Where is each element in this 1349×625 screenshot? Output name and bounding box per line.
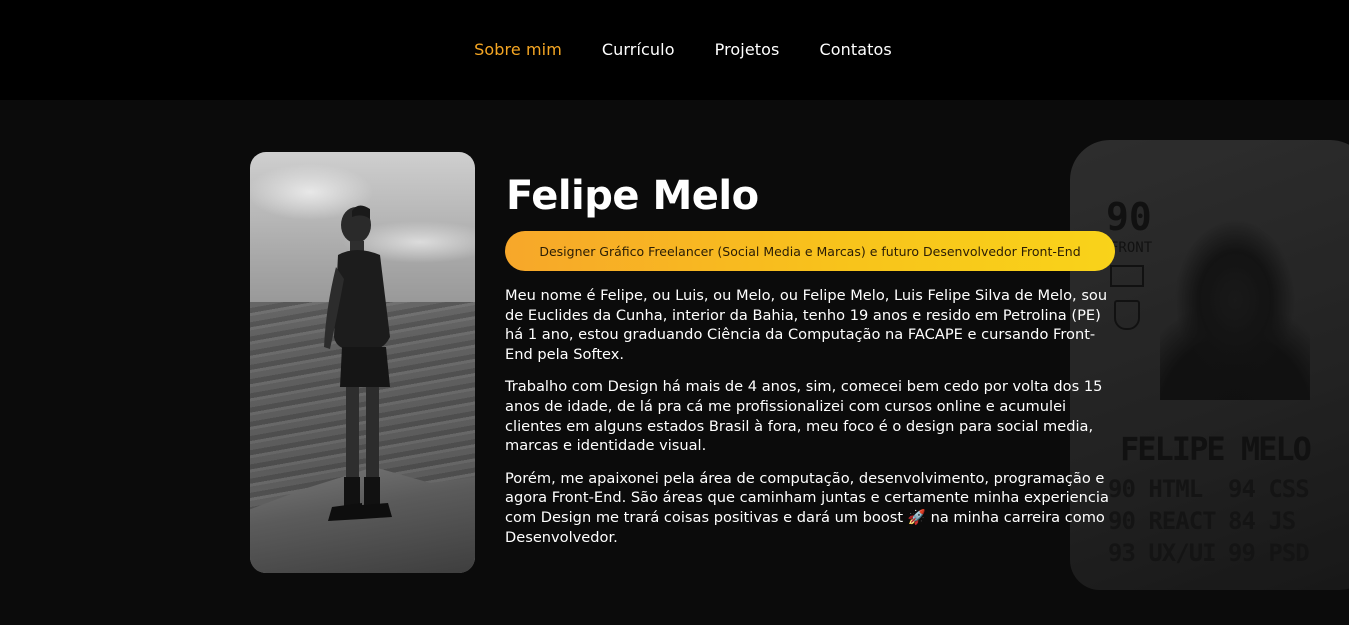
- card-stat: 90 REACT: [1108, 507, 1217, 535]
- card-stats: 90 HTML 94 CSS 90 REACT 84 JS 93 UX/UI 9…: [1108, 475, 1328, 567]
- card-portrait: [1160, 190, 1310, 400]
- flag-icon: [1110, 265, 1144, 287]
- profile-tagline: Designer Gráfico Freelancer (Social Medi…: [505, 231, 1115, 271]
- nav-link-contatos[interactable]: Contatos: [819, 38, 891, 62]
- card-position: FRONT: [1110, 240, 1153, 256]
- card-stat: 99 PSD: [1228, 539, 1310, 567]
- nav-link-projetos[interactable]: Projetos: [715, 38, 780, 62]
- person-silhouette: [324, 205, 392, 521]
- bio-paragraph: Porém, me apaixonei pela área de computa…: [505, 469, 1109, 546]
- profile-name: Felipe Melo: [506, 173, 759, 219]
- card-stat: 93 UX/UI: [1108, 539, 1217, 567]
- profile-photo: [250, 152, 475, 573]
- card-name: FELIPE MELO: [1120, 430, 1312, 468]
- about-section: 90 FRONT FELIPE MELO 90 HTML 94 CSS 90 R…: [0, 100, 1349, 625]
- profile-bio: Meu nome é Felipe, ou Luis, ou Melo, ou …: [505, 286, 1115, 560]
- card-stat: 84 JS: [1228, 507, 1296, 535]
- bio-paragraph: Meu nome é Felipe, ou Luis, ou Melo, ou …: [505, 287, 1108, 363]
- nav-link-sobre-mim[interactable]: Sobre mim: [474, 38, 562, 62]
- nav-link-curriculo[interactable]: Currículo: [602, 38, 675, 62]
- main-nav: Sobre mim Currículo Projetos Contatos: [0, 38, 1349, 62]
- card-stat: 94 CSS: [1228, 475, 1310, 503]
- card-stat: 90 HTML: [1108, 475, 1203, 503]
- bio-paragraph: Trabalho com Design há mais de 4 anos, s…: [505, 378, 1103, 455]
- top-navbar: Sobre mim Currículo Projetos Contatos: [0, 0, 1349, 100]
- card-rating: 90: [1106, 195, 1152, 239]
- badge-icon: [1114, 300, 1140, 330]
